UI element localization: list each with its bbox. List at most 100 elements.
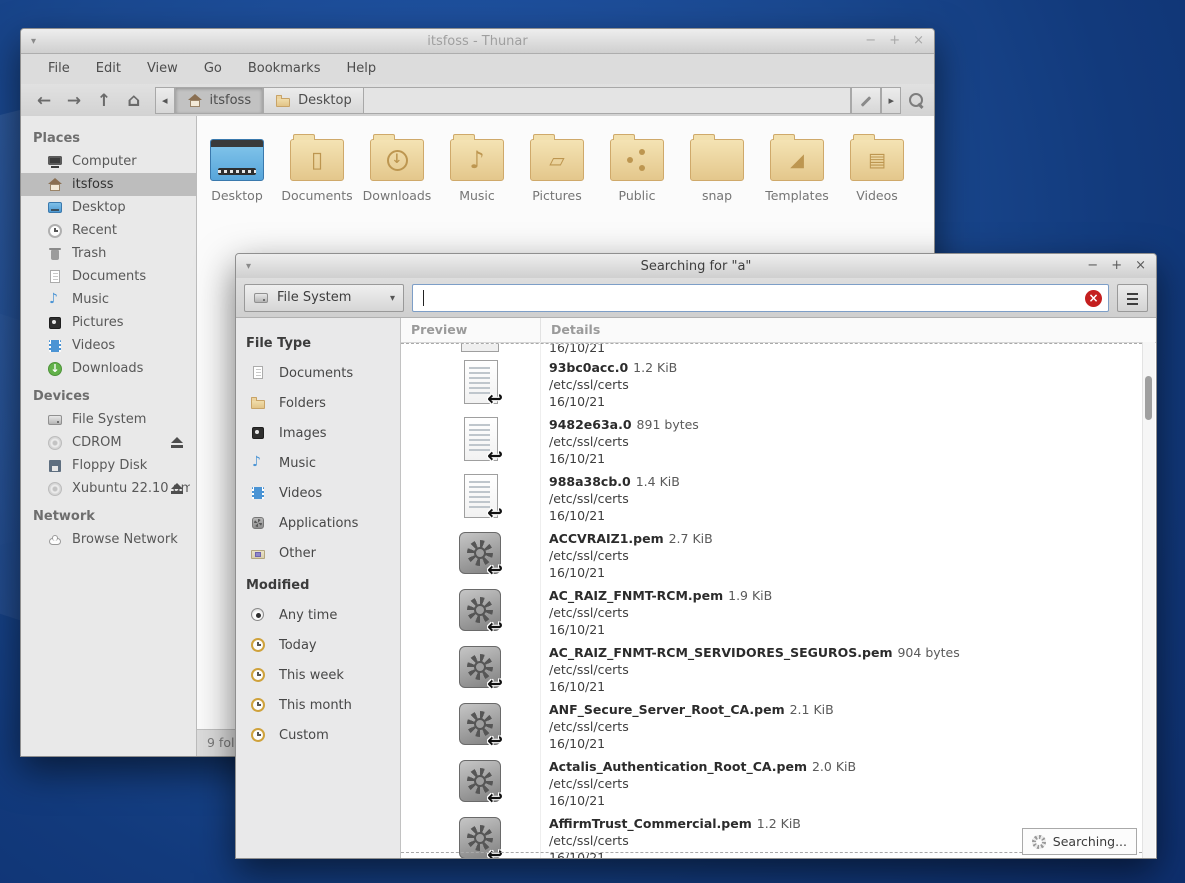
minimize-icon[interactable] [865, 29, 876, 52]
column-preview[interactable]: Preview [401, 318, 541, 342]
filter-row[interactable]: Documents [236, 358, 400, 388]
window-menu-icon[interactable] [31, 36, 36, 47]
path-button-desktop[interactable]: Desktop [263, 87, 364, 114]
sidebar-row[interactable]: Browse Network [21, 528, 196, 551]
menu-item[interactable]: Edit [83, 54, 134, 84]
filter-row[interactable]: Other [236, 538, 400, 568]
search-icon[interactable] [908, 92, 926, 110]
path-button-itsfoss[interactable]: itsfoss [175, 87, 264, 114]
window-menu-icon[interactable] [246, 261, 251, 272]
search-result-row[interactable]: 93bc0acc.01.2 KiB /etc/ssl/certs 16/10/2… [401, 356, 1142, 413]
close-icon[interactable] [913, 29, 924, 52]
file-name: AC_RAIZ_FNMT-RCM.pem [549, 588, 723, 603]
sidebar-row[interactable]: itsfoss [21, 173, 196, 196]
file-size: 1.2 KiB [633, 360, 677, 375]
hamburger-menu-button[interactable] [1117, 284, 1148, 312]
filter-row[interactable]: Videos [236, 478, 400, 508]
column-details[interactable]: Details [541, 318, 1156, 342]
clear-search-icon[interactable] [1085, 290, 1102, 307]
home-button[interactable] [119, 86, 149, 116]
search-result-row[interactable]: Actalis_Authentication_Root_CA.pem 2.0 Ki… [401, 755, 1142, 812]
filter-row[interactable]: This month [236, 690, 400, 720]
search-result-row[interactable]: AC_RAIZ_FNMT-RCM_SERVIDORES_SEGUROS.pem9… [401, 641, 1142, 698]
file-size: 2.0 KiB [812, 759, 856, 774]
search-result-row[interactable]: ANF_Secure_Server_Root_CA.pem2.1 KiB /et… [401, 698, 1142, 755]
folder-item[interactable]: Pictures [517, 130, 597, 203]
sidebar-row[interactable]: File System [21, 408, 196, 431]
folder-item[interactable]: snap [677, 130, 757, 203]
menu-item[interactable]: Go [191, 54, 235, 84]
search-result-row[interactable]: ACCVRAIZ1.pem2.7 KiB /etc/ssl/certs 16/1… [401, 527, 1142, 584]
sidebar-row[interactable]: Documents [21, 265, 196, 288]
sidebar-row[interactable]: Computer [21, 150, 196, 173]
filter-row[interactable]: Any time [236, 600, 400, 630]
folder-item[interactable]: Videos [837, 130, 917, 203]
sidebar-item-icon [47, 315, 63, 331]
thunar-titlebar[interactable]: itsfoss - Thunar [21, 29, 934, 54]
maximize-icon[interactable] [889, 29, 900, 52]
filter-row[interactable]: Folders [236, 388, 400, 418]
sidebar-row[interactable]: Downloads [21, 357, 196, 380]
menu-item[interactable]: Help [333, 54, 389, 84]
menu-item[interactable]: File [35, 54, 83, 84]
sidebar-item-label: Browse Network [72, 532, 178, 547]
folder-item[interactable]: Downloads [357, 130, 437, 203]
file-icon [458, 531, 502, 575]
scrollbar-thumb[interactable] [1145, 376, 1152, 420]
back-button[interactable] [29, 86, 59, 116]
edit-path-button[interactable] [851, 87, 881, 114]
filter-label: Any time [279, 608, 337, 623]
search-result-row[interactable]: 9482e63a.0891 bytes /etc/ssl/certs 16/10… [401, 413, 1142, 470]
sidebar-item-label: Floppy Disk [72, 458, 147, 473]
filter-row[interactable]: This week [236, 660, 400, 690]
search-result-row[interactable]: 988a38cb.01.4 KiB /etc/ssl/certs 16/10/2… [401, 470, 1142, 527]
search-result-row[interactable]: AC_RAIZ_FNMT-RCM.pem1.9 KiB /etc/ssl/cer… [401, 584, 1142, 641]
file-name: Actalis_Authentication_Root_CA.pem [549, 759, 807, 774]
path-scroll-left-button[interactable] [155, 87, 175, 114]
menu-item[interactable]: Bookmarks [235, 54, 334, 84]
sidebar-row[interactable]: Xubuntu 22.10 am... [21, 477, 196, 500]
menu-item[interactable]: View [134, 54, 191, 84]
symlink-emblem-icon [487, 388, 503, 410]
path-scroll-right-button[interactable] [881, 87, 901, 114]
file-name-line: AC_RAIZ_FNMT-RCM_SERVIDORES_SEGUROS.pem9… [549, 644, 960, 661]
file-details: 93bc0acc.01.2 KiB /etc/ssl/certs 16/10/2… [549, 359, 677, 410]
sidebar-row[interactable]: Videos [21, 334, 196, 357]
sidebar-row[interactable]: Desktop [21, 196, 196, 219]
close-icon[interactable] [1135, 254, 1146, 277]
sidebar-row[interactable]: Pictures [21, 311, 196, 334]
sidebar-row[interactable]: Trash [21, 242, 196, 265]
filter-row[interactable]: Custom [236, 720, 400, 750]
forward-button[interactable] [59, 86, 89, 116]
sidebar-row[interactable]: Recent [21, 219, 196, 242]
filter-row[interactable]: Music [236, 448, 400, 478]
file-size: 2.7 KiB [669, 531, 713, 546]
sidebar-row[interactable]: CDROM [21, 431, 196, 454]
folder-item[interactable]: Templates [757, 130, 837, 203]
sidebar-item-label: Places [33, 131, 80, 146]
file-name-line: AC_RAIZ_FNMT-RCM.pem1.9 KiB [549, 587, 772, 604]
pencil-icon [858, 93, 874, 109]
sidebar-row[interactable]: Floppy Disk [21, 454, 196, 477]
filter-row[interactable]: Applications [236, 508, 400, 538]
minimize-icon[interactable] [1087, 254, 1098, 277]
folder-item[interactable]: Music [437, 130, 517, 203]
folder-emblem-icon [291, 140, 343, 180]
folder-item[interactable]: Documents [277, 130, 357, 203]
folder-icon [275, 93, 291, 109]
maximize-icon[interactable] [1111, 254, 1122, 277]
filter-row[interactable]: Today [236, 630, 400, 660]
search-titlebar[interactable]: Searching for "a" [236, 254, 1156, 279]
filter-icon [250, 515, 266, 531]
location-combobox[interactable]: File System [244, 284, 404, 312]
search-input[interactable] [412, 284, 1109, 312]
filter-row[interactable]: Images [236, 418, 400, 448]
file-name: ACCVRAIZ1.pem [549, 531, 664, 546]
folder-label: Pictures [532, 188, 582, 203]
folder-item[interactable]: Desktop [197, 130, 277, 203]
vertical-scrollbar[interactable] [1142, 342, 1155, 858]
sidebar-item-icon [47, 361, 63, 377]
sidebar-row[interactable]: Music [21, 288, 196, 311]
folder-item[interactable]: Public [597, 130, 677, 203]
up-button[interactable] [89, 86, 119, 116]
